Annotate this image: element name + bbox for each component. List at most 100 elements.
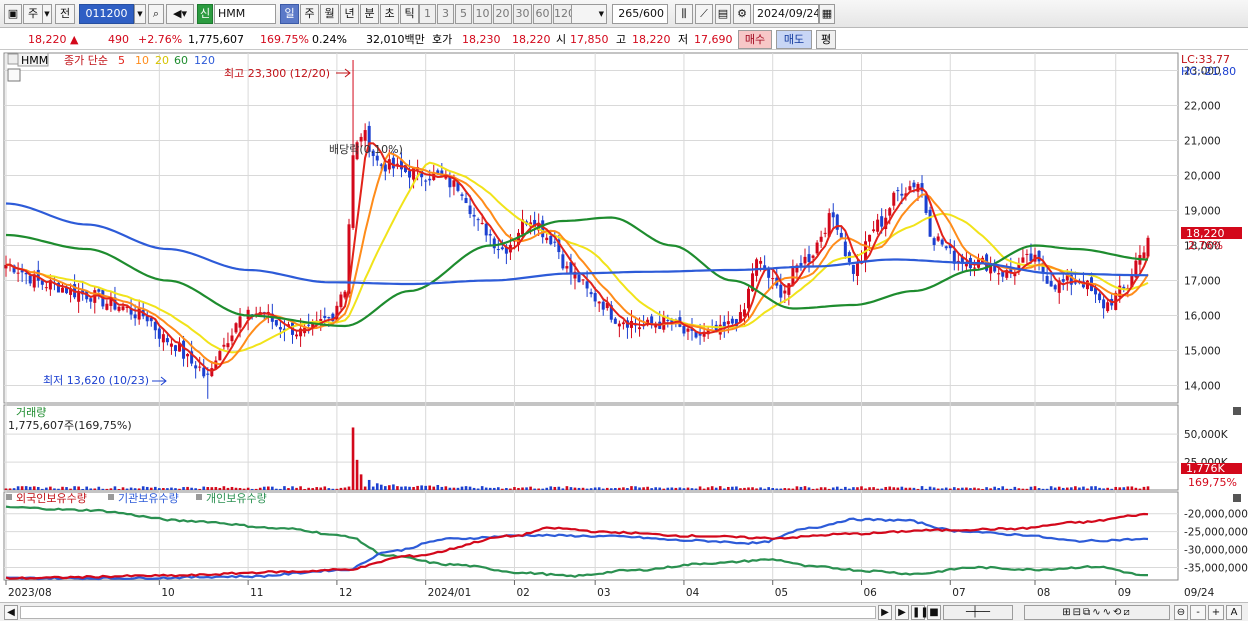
close-icon[interactable] bbox=[1233, 407, 1241, 415]
minute-tab-20[interactable]: 20 bbox=[493, 4, 512, 24]
candle-type-icon[interactable]: ⫼ bbox=[675, 4, 693, 24]
search-icon[interactable]: ⌕ bbox=[148, 4, 164, 24]
volume-bar bbox=[258, 487, 262, 490]
volume-bar bbox=[823, 487, 827, 490]
calendar-icon[interactable]: ▦ bbox=[819, 4, 835, 24]
period-tab-3[interactable]: 년 bbox=[340, 4, 359, 24]
prev-button[interactable]: 전 bbox=[55, 4, 75, 24]
volume-bar bbox=[912, 487, 916, 490]
volume-bar bbox=[803, 486, 807, 490]
minute-tab-1[interactable]: 1 bbox=[419, 4, 436, 24]
volume-bar bbox=[1025, 488, 1029, 490]
panel-menu-icon[interactable] bbox=[7, 53, 19, 65]
candle-body bbox=[759, 260, 763, 264]
stop-icon[interactable]: ■ bbox=[927, 605, 941, 620]
stock-name-field[interactable]: HMM bbox=[214, 4, 276, 24]
volume-bar bbox=[347, 486, 351, 490]
volume-bar bbox=[529, 486, 532, 490]
candle-body bbox=[638, 327, 642, 330]
date-field[interactable]: 2024/09/24 bbox=[753, 4, 819, 24]
volume-bar bbox=[1142, 486, 1146, 490]
zoom-minus[interactable]: - bbox=[1190, 605, 1206, 620]
minute-dropdown[interactable]: ▼ bbox=[571, 4, 607, 24]
window-icon[interactable]: ▣ bbox=[4, 4, 22, 24]
volume-bar bbox=[472, 487, 476, 490]
gear-icon[interactable]: ⚙ bbox=[733, 4, 751, 24]
period-tab-2[interactable]: 월 bbox=[320, 4, 339, 24]
chevron-down-icon[interactable]: ▼ bbox=[134, 4, 146, 24]
volume-bar bbox=[581, 487, 585, 490]
date-tick-label: 08 bbox=[1037, 587, 1050, 599]
volume-bar bbox=[1114, 486, 1118, 490]
zoom-in-icon[interactable]: ⊖ bbox=[1174, 605, 1188, 620]
play-icon[interactable]: ▶ bbox=[895, 605, 909, 620]
minute-tab-60[interactable]: 60 bbox=[533, 4, 552, 24]
sell-button[interactable]: 매도 bbox=[776, 30, 812, 49]
minute-tab-5[interactable]: 5 bbox=[455, 4, 472, 24]
volume-bar bbox=[4, 488, 8, 490]
candle-body bbox=[16, 272, 20, 274]
date-tick-label: 12 bbox=[339, 587, 352, 599]
period-tab-4[interactable]: 분 bbox=[360, 4, 379, 24]
volume-bar bbox=[1061, 487, 1065, 490]
close-icon[interactable] bbox=[1233, 494, 1241, 502]
volume-bar bbox=[630, 486, 633, 490]
candle-body bbox=[553, 241, 557, 243]
volume-bar bbox=[501, 488, 504, 490]
volume-bar bbox=[1017, 488, 1021, 490]
ma60-line bbox=[5, 216, 1149, 328]
volume-bar bbox=[819, 487, 823, 490]
candle-body bbox=[1061, 279, 1065, 282]
tool-icons[interactable]: ⊞⊟⧉∿∿⟲⧄ bbox=[1024, 605, 1170, 620]
minute-tab-30[interactable]: 30 bbox=[513, 4, 532, 24]
candle-body bbox=[238, 316, 242, 328]
save-icon[interactable]: ▤ bbox=[715, 4, 731, 24]
volume-bar bbox=[45, 487, 48, 490]
count-field[interactable]: 265/600 bbox=[612, 4, 668, 24]
foreign-holding-legend: 외국인보유수량 bbox=[16, 492, 87, 505]
average-button[interactable]: 평 bbox=[816, 30, 836, 49]
volume-bar bbox=[125, 488, 129, 490]
price-info-bar: 18,220 ▲ 490 +2.76% 1,775,607 169.75% 0.… bbox=[0, 29, 1248, 50]
minute-tab-3[interactable]: 3 bbox=[437, 4, 454, 24]
scroll-left-icon[interactable]: ◀ bbox=[4, 605, 18, 620]
period-tab-0[interactable]: 일 bbox=[280, 4, 299, 24]
volume-bar bbox=[622, 487, 625, 490]
minute-tab-10[interactable]: 10 bbox=[473, 4, 492, 24]
candle-body bbox=[36, 269, 40, 281]
candle-body bbox=[424, 180, 428, 182]
candle-body bbox=[613, 318, 617, 324]
period-tab-1[interactable]: 주 bbox=[300, 4, 319, 24]
pause-icon[interactable]: ❚❚ bbox=[911, 605, 929, 620]
chart-canvas[interactable]: 14,00015,00016,00017,00018,00019,00020,0… bbox=[0, 51, 1248, 602]
volume-bar bbox=[856, 487, 859, 490]
table-icon[interactable] bbox=[7, 68, 21, 82]
volume-bar bbox=[1005, 488, 1009, 490]
candle-body bbox=[855, 263, 859, 276]
volume-bar bbox=[311, 488, 314, 490]
candle-body bbox=[218, 351, 222, 361]
draw-tool-icon[interactable]: ⟋ bbox=[695, 4, 713, 24]
candle-body bbox=[1045, 276, 1049, 284]
buy-button[interactable]: 매수 bbox=[738, 30, 772, 49]
mode-select[interactable]: 주 bbox=[23, 4, 43, 24]
volume-bar bbox=[642, 487, 645, 490]
zoom-plus[interactable]: + bbox=[1208, 605, 1224, 620]
period-tab-5[interactable]: 초 bbox=[380, 4, 399, 24]
scroll-track[interactable] bbox=[20, 606, 876, 619]
volume-bar bbox=[694, 488, 698, 490]
speaker-icon[interactable]: ◀▾ bbox=[166, 4, 194, 24]
dividend-annotation: 배당락(0.10%) bbox=[329, 143, 403, 156]
period-tab-6[interactable]: 틱 bbox=[400, 4, 419, 24]
chart-scrollbar[interactable]: ◀ ▶ ▶ ❚❚ ■ ─┼── ⊞⊟⧉∿∿⟲⧄ ⊖ - + A bbox=[0, 602, 1248, 621]
chevron-down-icon[interactable]: ▼ bbox=[43, 4, 52, 24]
stock-code-input[interactable]: 011200 bbox=[79, 4, 134, 24]
font-size-button[interactable]: A bbox=[1226, 605, 1242, 620]
zoom-slider[interactable]: ─┼── bbox=[943, 605, 1013, 620]
candle-body bbox=[1025, 253, 1029, 255]
candle-body bbox=[545, 237, 549, 241]
volume-bar bbox=[1029, 486, 1033, 490]
candle-body bbox=[815, 242, 819, 254]
chart-area[interactable]: 14,000 15,000 16,000 17,000 18,000 19,000 20,0… bbox=[0, 51, 1248, 602]
scroll-right-icon[interactable]: ▶ bbox=[878, 605, 892, 620]
